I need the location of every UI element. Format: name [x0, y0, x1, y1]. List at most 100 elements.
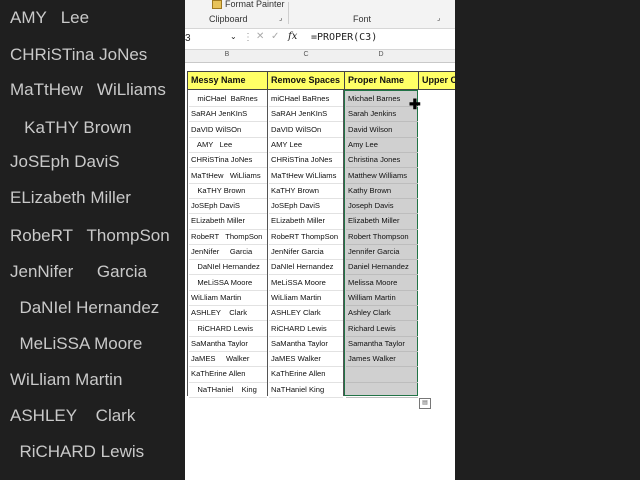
- cell-proper[interactable]: Melissa Moore: [346, 276, 418, 291]
- cell-remove[interactable]: SaRAH JenKInS: [269, 107, 343, 123]
- background-name-text: CHRiSTina JoNes: [10, 45, 148, 64]
- ribbon-divider: [288, 2, 289, 24]
- cell-remove[interactable]: JenNifer Garcia: [269, 245, 343, 261]
- cell-messy[interactable]: KaThErine Allen: [189, 367, 267, 383]
- cell-messy[interactable]: CHRiSTina JoNes: [189, 153, 267, 169]
- cell-messy[interactable]: DaVID WilSOn: [189, 123, 267, 138]
- cell-messy[interactable]: NaTHaniel King: [189, 383, 267, 398]
- cell-remove[interactable]: SaMantha Taylor: [269, 337, 343, 352]
- fill-handle-cursor[interactable]: ✚: [409, 97, 421, 111]
- cell-proper[interactable]: Robert Thompson: [346, 230, 418, 245]
- column-border-b: [267, 90, 268, 396]
- cell-remove[interactable]: ASHLEY Clark: [269, 306, 343, 322]
- cell-proper[interactable]: Samantha Taylor: [346, 337, 418, 352]
- cell-proper[interactable]: James Walker: [346, 352, 418, 368]
- chevron-down-icon[interactable]: ⌄: [230, 32, 237, 41]
- column-border-a: [187, 90, 188, 396]
- cell-proper[interactable]: Ashley Clark: [346, 306, 418, 322]
- cell-remove[interactable]: ELizabeth Miller: [269, 214, 343, 230]
- clipboard-group-label: Clipboard: [209, 14, 248, 24]
- background-name-text: MaTtHew WiLliams: [10, 80, 166, 99]
- cell-proper[interactable]: Christina Jones: [346, 153, 418, 169]
- cell-remove[interactable]: MaTtHew WiLliams: [269, 169, 343, 184]
- cell-proper[interactable]: Elizabeth Miller: [346, 214, 418, 230]
- cell-remove[interactable]: MeLiSSA Moore: [269, 276, 343, 291]
- background-name-text: RiCHARD Lewis: [10, 442, 145, 461]
- cell-messy[interactable]: MaTtHew WiLliams: [189, 169, 267, 184]
- formula-input[interactable]: =PROPER(C3): [311, 32, 377, 43]
- font-group-label: Font: [353, 14, 372, 24]
- cell-messy[interactable]: JenNifer Garcia: [189, 245, 267, 261]
- cell-remove[interactable]: JaMES Walker: [269, 352, 343, 368]
- cell-messy[interactable]: KaTHY Brown: [189, 184, 267, 199]
- cell-remove[interactable]: WiLliam Martin: [269, 291, 343, 307]
- cell-remove[interactable]: DaNIel Hernandez: [269, 260, 343, 276]
- cell-remove[interactable]: CHRiSTina JoNes: [269, 153, 343, 169]
- cell-proper[interactable]: Jennifer Garcia: [346, 245, 418, 261]
- enter-icon[interactable]: ✓: [271, 31, 279, 42]
- background-name-text: ELizabeth Miller: [10, 188, 131, 207]
- background-name-text: DaNIel Hernandez: [10, 298, 160, 317]
- column-header-b[interactable]: B: [187, 51, 267, 58]
- cell-messy[interactable]: RiCHARD Lewis: [189, 322, 267, 337]
- cell-proper[interactable]: Michael Barnes: [346, 92, 418, 108]
- cell-remove[interactable]: JoSEph DaviS: [269, 199, 343, 215]
- cell-messy[interactable]: WiLliam Martin: [189, 291, 267, 307]
- background-name-text: JenNifer Garcia: [10, 262, 147, 281]
- cell-remove[interactable]: KaThErine Allen: [269, 367, 343, 383]
- formula-separator-icon: ⋮: [243, 32, 253, 43]
- cell-messy[interactable]: miCHael BaRnes: [189, 92, 267, 108]
- excel-window: Format Painter Clipboard ⌟ Font ⌟ 3 ⌄ ⋮ …: [185, 0, 455, 480]
- cell-proper[interactable]: Richard Lewis: [346, 322, 418, 337]
- cell-remove[interactable]: DaVID WilSOn: [269, 123, 343, 138]
- cell-proper[interactable]: [346, 383, 418, 398]
- cell-proper[interactable]: Kathy Brown: [346, 184, 418, 199]
- dialog-launcher-icon[interactable]: ⌟: [279, 14, 282, 22]
- cell-proper[interactable]: [346, 367, 418, 383]
- cell-messy[interactable]: AMY Lee: [189, 138, 267, 154]
- cell-proper[interactable]: Daniel Hernandez: [346, 260, 418, 276]
- cell-proper[interactable]: Sarah Jenkins: [346, 107, 418, 123]
- column-header-d[interactable]: D: [344, 51, 418, 58]
- cell-messy[interactable]: RobeRT ThompSon: [189, 230, 267, 245]
- formula-bar: 3 ⌄ ⋮ ✕ ✓ fx =PROPER(C3): [185, 29, 455, 50]
- ribbon: Format Painter Clipboard ⌟ Font ⌟: [185, 0, 455, 29]
- header-remove-spaces[interactable]: Remove Spaces: [267, 71, 345, 90]
- dialog-launcher-icon[interactable]: ⌟: [437, 14, 440, 22]
- cell-messy[interactable]: DaNIel Hernandez: [189, 260, 267, 276]
- cell-messy[interactable]: MeLiSSA Moore: [189, 276, 267, 291]
- header-upper-case[interactable]: Upper Ca: [418, 71, 455, 90]
- column-border-c: [343, 90, 344, 396]
- cell-remove[interactable]: miCHael BaRnes: [269, 92, 343, 108]
- column-header-c[interactable]: C: [268, 51, 344, 58]
- quick-analysis-icon[interactable]: ▤: [419, 398, 431, 409]
- cell-messy[interactable]: JoSEph DaviS: [189, 199, 267, 215]
- header-messy-name[interactable]: Messy Name: [187, 71, 268, 90]
- cell-remove[interactable]: RiCHARD Lewis: [269, 322, 343, 337]
- cell-messy[interactable]: SaMantha Taylor: [189, 337, 267, 352]
- cell-messy[interactable]: ELizabeth Miller: [189, 214, 267, 230]
- background-name-text: KaTHY Brown: [10, 118, 132, 137]
- cell-proper[interactable]: Amy Lee: [346, 138, 418, 154]
- cell-proper[interactable]: David Wilson: [346, 123, 418, 138]
- format-painter-button[interactable]: Format Painter: [225, 0, 285, 9]
- cell-messy[interactable]: ASHLEY Clark: [189, 306, 267, 322]
- cell-remove[interactable]: RobeRT ThompSon: [269, 230, 343, 245]
- format-painter-icon[interactable]: [212, 0, 222, 9]
- cell-remove[interactable]: KaTHY Brown: [269, 184, 343, 199]
- cell-proper[interactable]: William Martin: [346, 291, 418, 307]
- cell-remove[interactable]: NaTHaniel King: [269, 383, 343, 398]
- video-background-right: Jones illiams own Davis ller hompson Gar…: [455, 0, 640, 480]
- background-name-text: RobeRT ThompSon: [10, 226, 170, 245]
- header-proper-name[interactable]: Proper Name: [344, 71, 419, 90]
- cell-remove[interactable]: AMY Lee: [269, 138, 343, 154]
- cell-proper[interactable]: Joseph Davis: [346, 199, 418, 215]
- video-background-left: AMY Lee CHRiSTina JoNes MaTtHew WiLliams K…: [0, 0, 185, 480]
- background-name-text: JoSEph DaviS: [10, 152, 120, 171]
- insert-function-icon[interactable]: fx: [288, 31, 297, 42]
- cancel-icon[interactable]: ✕: [256, 31, 264, 42]
- cell-proper[interactable]: Matthew Williams: [346, 169, 418, 184]
- cell-messy[interactable]: JaMES Walker: [189, 352, 267, 368]
- cell-messy[interactable]: SaRAH JenKInS: [189, 107, 267, 123]
- background-name-text: WiLliam Martin: [10, 370, 123, 389]
